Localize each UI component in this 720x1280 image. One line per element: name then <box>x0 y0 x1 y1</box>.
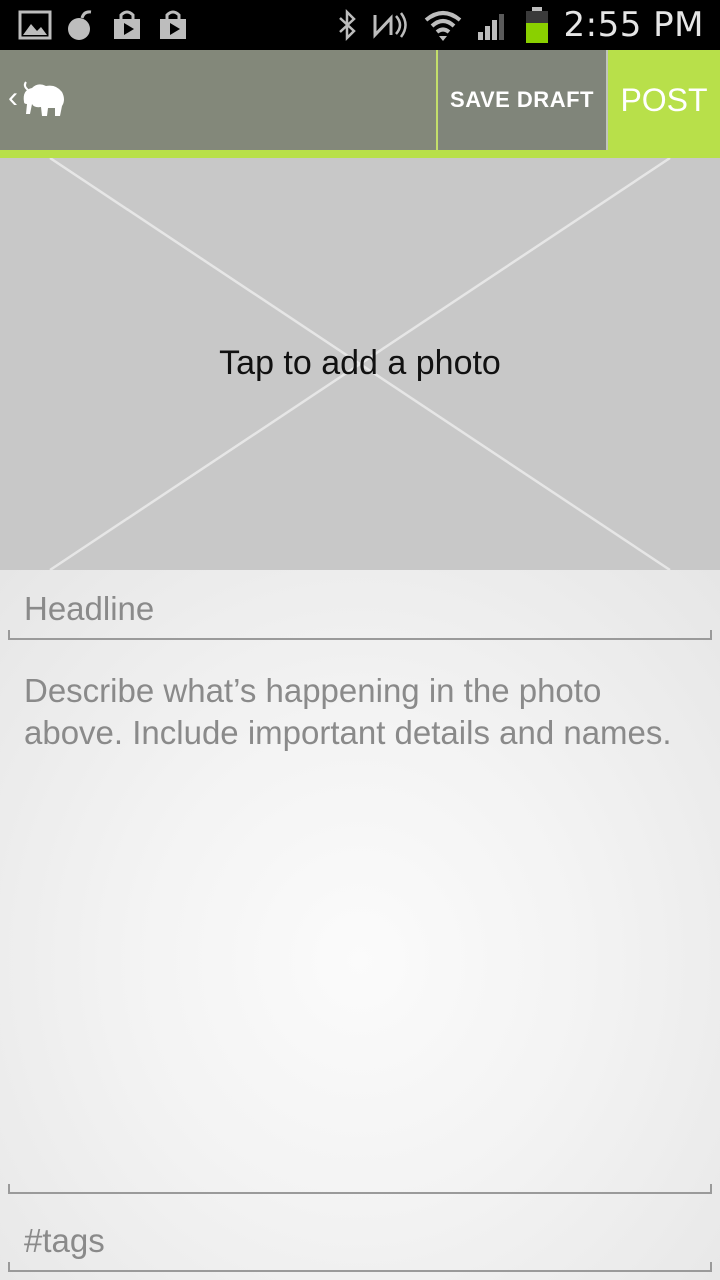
add-photo-label: Tap to add a photo <box>219 344 501 382</box>
accent-strip <box>0 150 720 158</box>
screen: 2:55 PM ‹ SAVE DRAFT POST Tap to add a p… <box>0 0 720 1280</box>
headline-input[interactable]: Headline <box>24 590 154 628</box>
description-underline <box>8 1184 712 1194</box>
buffalo-logo-icon <box>23 81 65 116</box>
tags-underline <box>8 1262 712 1272</box>
bluetooth-icon <box>338 8 356 42</box>
system-icons: 2:55 PM <box>336 0 705 50</box>
battery-icon <box>525 7 548 43</box>
play-store-icon-2 <box>160 10 186 39</box>
headline-underline <box>8 630 712 640</box>
description-input[interactable]: Describe what’s happening in the photo a… <box>24 670 684 754</box>
play-store-icon <box>114 10 140 39</box>
nfc-icon <box>373 12 407 39</box>
post-form: Headline Describe what’s happening in th… <box>0 570 720 1280</box>
add-photo-area[interactable]: Tap to add a photo <box>0 158 720 570</box>
tags-input[interactable]: #tags <box>24 1222 105 1260</box>
status-bar: 2:55 PM <box>0 0 720 50</box>
post-button[interactable]: POST <box>608 50 720 158</box>
signal-icon <box>477 14 504 40</box>
save-draft-button[interactable]: SAVE DRAFT <box>438 50 606 150</box>
chevron-left-icon: ‹ <box>8 81 18 114</box>
bomb-icon <box>68 10 92 40</box>
notification-icons <box>18 8 190 42</box>
status-clock: 2:55 PM <box>563 5 704 45</box>
back-button[interactable]: ‹ <box>8 50 88 150</box>
gallery-icon <box>18 10 52 40</box>
wifi-icon <box>424 11 461 41</box>
